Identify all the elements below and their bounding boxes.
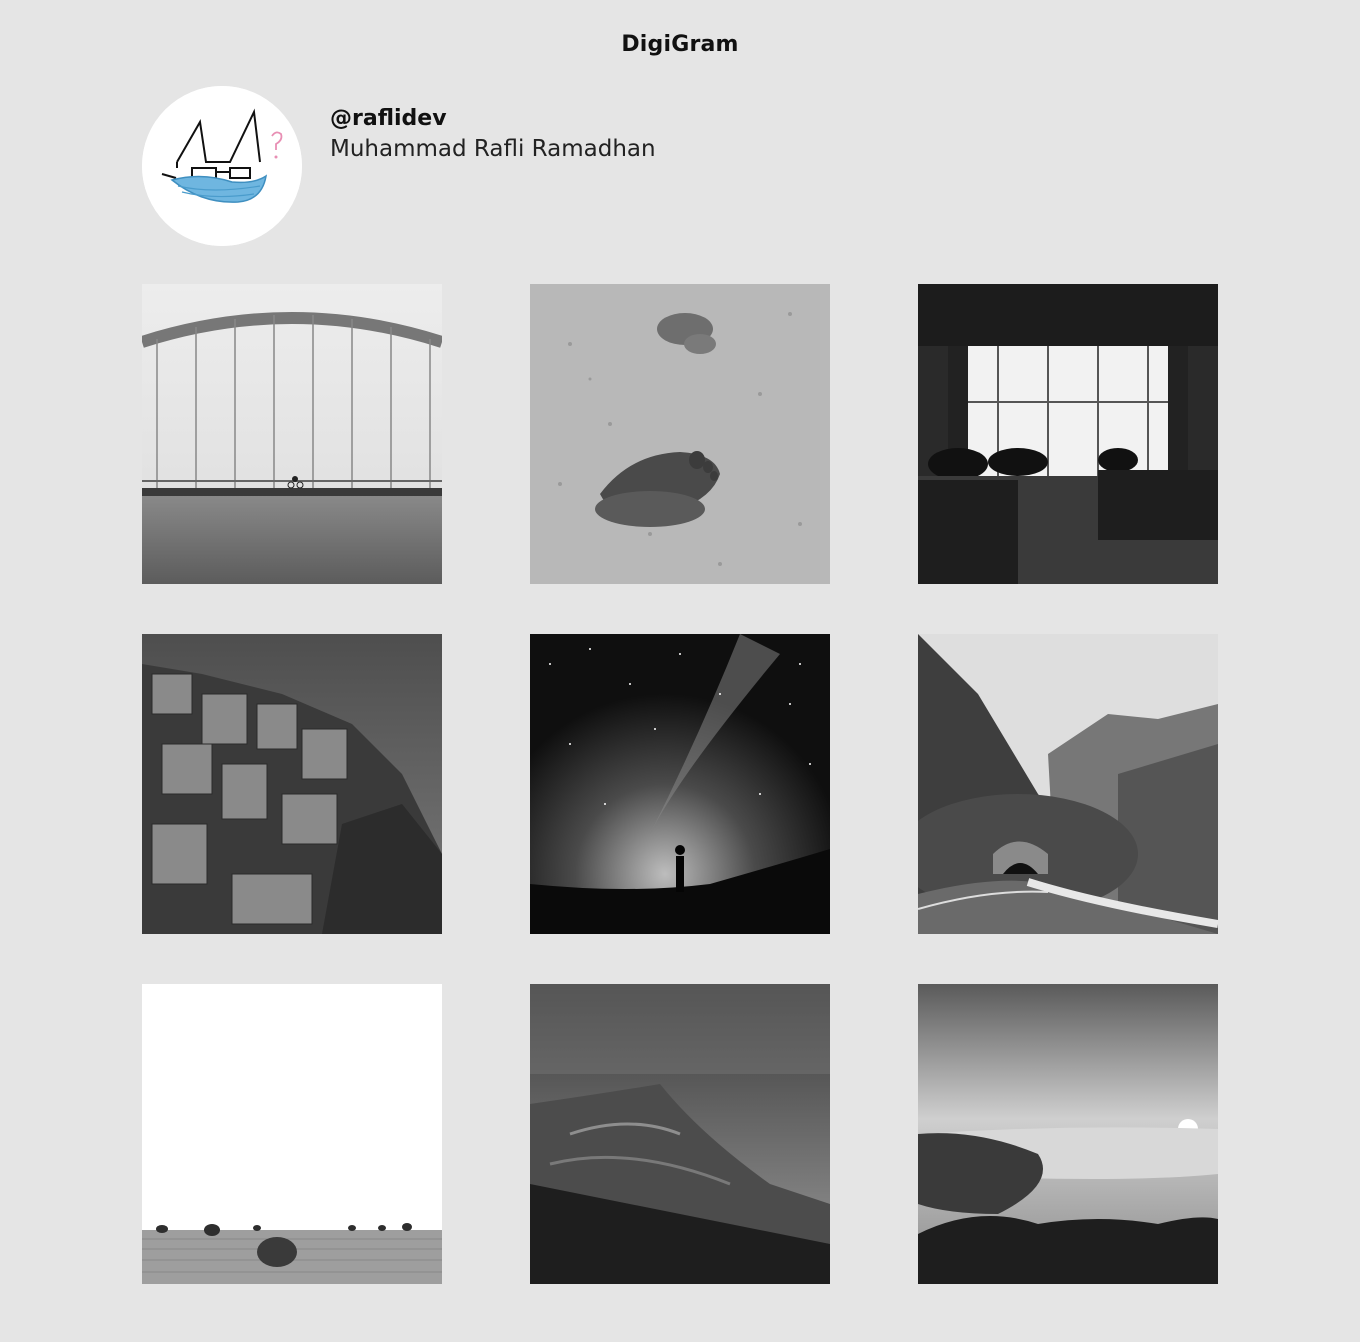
photo-post[interactable] (142, 984, 442, 1284)
photo-post[interactable] (530, 284, 830, 584)
mountain-road-photo-image (918, 634, 1218, 934)
app-title: DigiGram (621, 32, 739, 57)
cafe-photo-image (918, 284, 1218, 584)
hay-bales-photo-image (142, 984, 442, 1284)
milky-way-photo-image (530, 634, 830, 934)
photo-post[interactable] (530, 984, 830, 1284)
cat-with-mask-icon (142, 86, 302, 246)
village-photo-image (142, 634, 442, 934)
profile-info: @raflidev Muhammad Rafli Ramadhan (330, 104, 656, 164)
photo-post[interactable] (918, 284, 1218, 584)
foggy-mountain-photo-image (530, 984, 830, 1284)
photo-post[interactable] (530, 634, 830, 934)
avatar[interactable] (142, 86, 302, 246)
photo-grid (142, 284, 1218, 1284)
sunrise-photo-image (918, 984, 1218, 1284)
profile-header: @raflidev Muhammad Rafli Ramadhan (142, 86, 656, 246)
username[interactable]: @raflidev (330, 104, 656, 134)
photo-post[interactable] (142, 284, 442, 584)
photo-post[interactable] (142, 634, 442, 934)
full-name: Muhammad Rafli Ramadhan (330, 136, 656, 162)
photo-post[interactable] (918, 984, 1218, 1284)
bridge-photo-image (142, 284, 442, 584)
footprints-photo-image (530, 284, 830, 584)
photo-post[interactable] (918, 634, 1218, 934)
